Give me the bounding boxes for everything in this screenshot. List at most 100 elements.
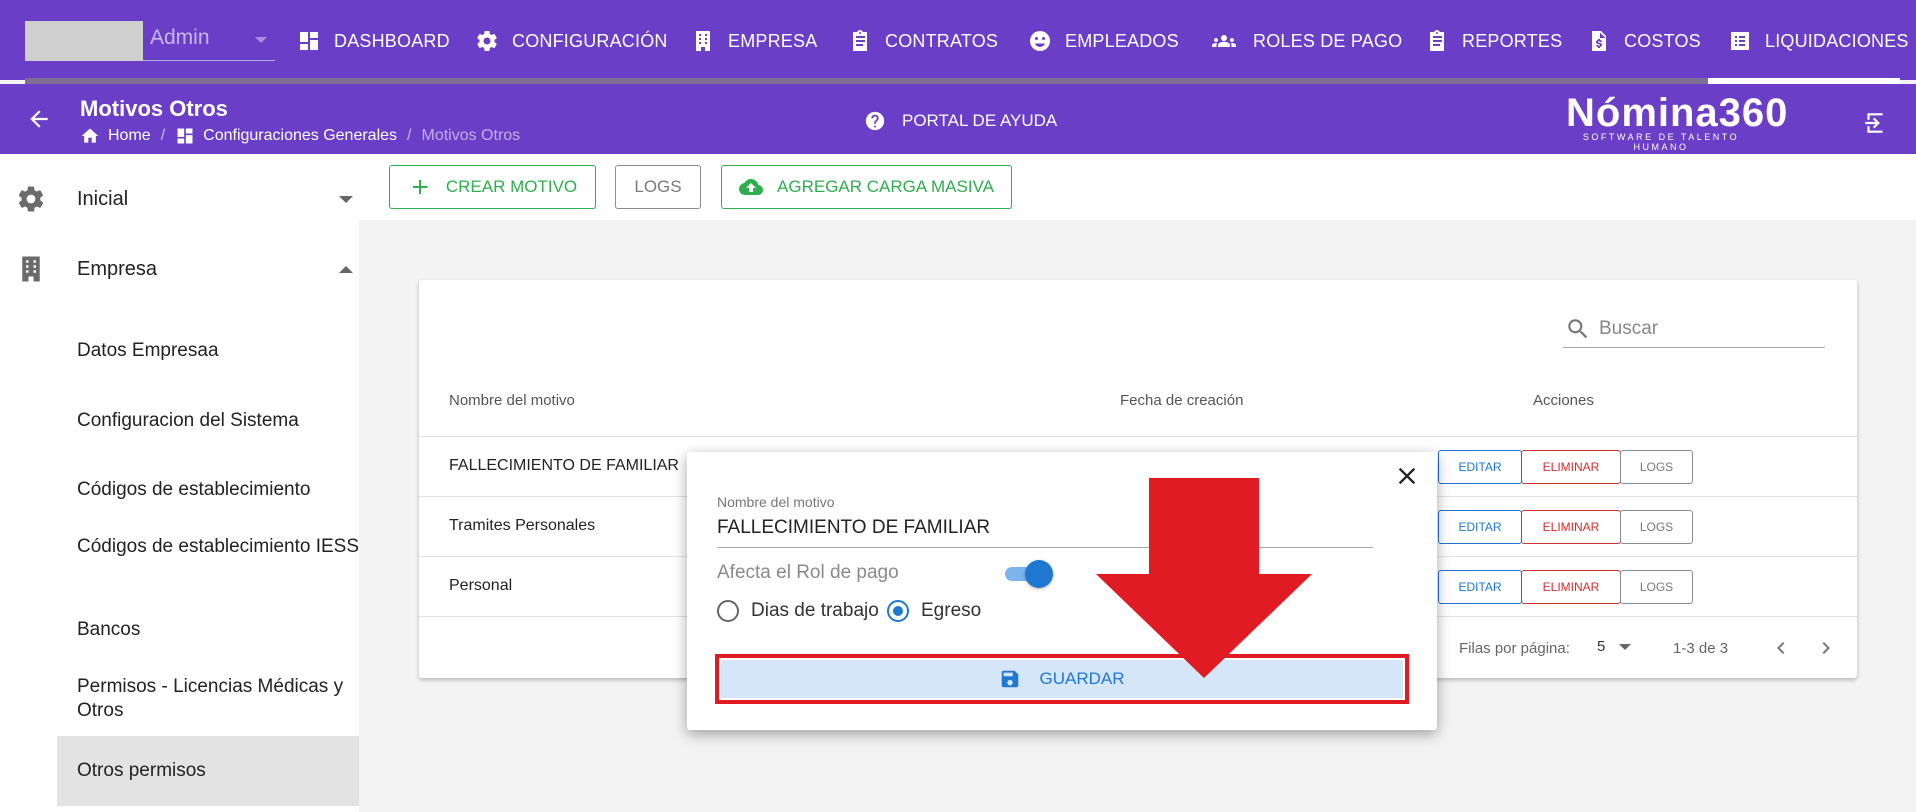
nav-roles-de-pago[interactable]: ROLES DE PAGO (1208, 26, 1402, 56)
motivo-name-label: Nombre del motivo (717, 494, 835, 510)
sidebar-item-configuracion-sistema[interactable]: Configuracion del Sistema (77, 409, 359, 433)
back-button[interactable] (26, 106, 52, 132)
avatar (25, 21, 143, 61)
nav-label: CONTRATOS (885, 30, 999, 51)
row-actions: EDITAR ELIMINAR LOGS (1438, 450, 1693, 484)
dashboard-icon (177, 128, 193, 144)
nav-dashboard[interactable]: DASHBOARD (297, 26, 450, 56)
building-icon (696, 31, 710, 51)
rows-per-page-value: 5 (1597, 638, 1606, 655)
affects-payroll-label: Afecta el Rol de pago (717, 562, 899, 583)
page-header: Motivos Otros Home / Configuraciones Gen… (0, 84, 1916, 154)
sidebar-group-label: Inicial (77, 187, 129, 210)
sidebar-item-permisos-licencias[interactable]: Permisos - Licencias Médicas y Otros (77, 675, 359, 723)
chevron-left-icon (1777, 642, 1785, 654)
gear-icon (477, 31, 497, 52)
breadcrumb-section-label: Configuraciones Generales (203, 127, 398, 144)
sidebar-item-otros-permisos[interactable]: Otros permisos (77, 759, 359, 783)
save-button[interactable]: GUARDAR (721, 660, 1403, 698)
close-dialog-button[interactable] (1393, 462, 1421, 490)
motivo-name-input[interactable]: FALLECIMIENTO DE FAMILIAR (717, 514, 1373, 548)
sidebar-item-codigos-establecimiento[interactable]: Códigos de establecimiento (77, 478, 359, 502)
row-logs-button[interactable]: LOGS (1620, 570, 1693, 604)
home-icon (81, 128, 99, 143)
prev-page-button[interactable] (1769, 636, 1793, 660)
bulk-upload-button[interactable]: AGREGAR CARGA MASIVA (721, 165, 1012, 209)
row-name: FALLECIMIENTO DE FAMILIAR (449, 457, 679, 474)
nav-label: EMPRESA (728, 30, 818, 51)
delete-button[interactable]: ELIMINAR (1521, 450, 1621, 484)
nav-empresa[interactable]: EMPRESA (691, 26, 817, 56)
sidebar-item-datos-empresa[interactable]: Datos Empresaa (77, 339, 359, 363)
breadcrumb-separator: / (160, 127, 166, 144)
save-icon (1002, 670, 1019, 688)
nav-contratos[interactable]: CONTRATOS (848, 26, 998, 56)
user-selector[interactable]: Admin (25, 21, 275, 61)
list-icon (1731, 32, 1749, 50)
nav-label: REPORTES (1462, 30, 1563, 51)
delete-button[interactable]: ELIMINAR (1521, 570, 1621, 604)
chevron-down-icon (339, 195, 353, 203)
sidebar-group-label: Empresa (77, 257, 158, 280)
row-name: Personal (449, 577, 513, 594)
nav-reportes[interactable]: REPORTES (1425, 26, 1562, 56)
breadcrumb-section[interactable]: Configuraciones Generales (175, 126, 397, 146)
chevron-down-icon (1619, 643, 1632, 650)
dollar-file-icon (1592, 31, 1606, 51)
logs-button[interactable]: LOGS (615, 165, 701, 209)
search-input[interactable] (1599, 317, 1799, 340)
affects-payroll-toggle[interactable] (1005, 560, 1053, 588)
radio-label: Dias de trabajo (751, 600, 879, 621)
rows-per-page-select[interactable]: 5 (1597, 638, 1632, 655)
edit-button[interactable]: EDITAR (1438, 510, 1522, 544)
brand-name: Nómina360 (1566, 91, 1789, 135)
user-name: Admin (150, 26, 210, 49)
delete-button[interactable]: ELIMINAR (1521, 510, 1621, 544)
nav-label: EMPLEADOS (1065, 30, 1179, 51)
logs-label: LOGS (634, 177, 682, 196)
help-portal-link[interactable]: PORTAL DE AYUDA (864, 110, 1057, 132)
chevron-right-icon (1822, 642, 1830, 654)
nav-costos[interactable]: COSTOS (1587, 26, 1701, 56)
radio-egreso[interactable]: Egreso (887, 600, 981, 622)
column-header-actions: Acciones (1533, 392, 1594, 409)
breadcrumb: Home / Configuraciones Generales / Motiv… (80, 126, 520, 146)
nav-configuracion[interactable]: CONFIGURACIÓN (475, 26, 668, 56)
next-page-button[interactable] (1814, 636, 1838, 660)
cloud-upload-icon (739, 179, 764, 195)
edit-button[interactable]: EDITAR (1438, 570, 1522, 604)
create-motivo-button[interactable]: CREAR MOTIVO (389, 165, 596, 209)
bulk-upload-label: AGREGAR CARGA MASIVA (777, 177, 994, 196)
clipboard-icon (853, 30, 867, 51)
column-header-date[interactable]: Fecha de creación (1120, 392, 1243, 409)
toolbar: CREAR MOTIVO LOGS AGREGAR CARGA MASIVA (359, 154, 1916, 220)
breadcrumb-home[interactable]: Home (80, 126, 151, 146)
column-header-name[interactable]: Nombre del motivo (449, 392, 575, 409)
plus-icon (412, 180, 427, 194)
nav-label: LIQUIDACIONES (1765, 30, 1909, 51)
nav-empleados[interactable]: EMPLEADOS (1028, 26, 1179, 56)
logout-button[interactable] (1862, 110, 1888, 136)
sidebar-item-bancos[interactable]: Bancos (77, 618, 359, 642)
row-logs-button[interactable]: LOGS (1620, 450, 1693, 484)
nav-liquidaciones[interactable]: LIQUIDACIONES (1728, 26, 1909, 56)
radio-dias-trabajo[interactable]: Dias de trabajo (717, 600, 879, 622)
row-logs-button[interactable]: LOGS (1620, 510, 1693, 544)
sidebar-item-codigos-establecimiento-iess[interactable]: Códigos de establecimiento IESS (77, 535, 359, 559)
breadcrumb-current: Motivos Otros (421, 127, 521, 144)
rows-per-page-label: Filas por página: (1459, 640, 1570, 657)
help-icon (865, 111, 885, 131)
breadcrumb-separator: / (407, 127, 412, 144)
edit-button[interactable]: EDITAR (1438, 450, 1522, 484)
clipboard-icon (1430, 30, 1444, 51)
nav-label: CONFIGURACIÓN (512, 30, 668, 51)
sidebar-group-empresa[interactable]: Empresa (0, 241, 359, 297)
page-title: Motivos Otros (80, 96, 228, 121)
sidebar-group-inicial[interactable]: Inicial (0, 171, 359, 227)
brand-tagline: SOFTWARE DE TALENTO HUMANO (1582, 132, 1740, 152)
gear-icon (18, 186, 44, 212)
radio-checked-icon (887, 600, 909, 622)
close-icon (1398, 467, 1416, 485)
search-box[interactable] (1563, 310, 1825, 348)
search-icon (1568, 318, 1588, 338)
